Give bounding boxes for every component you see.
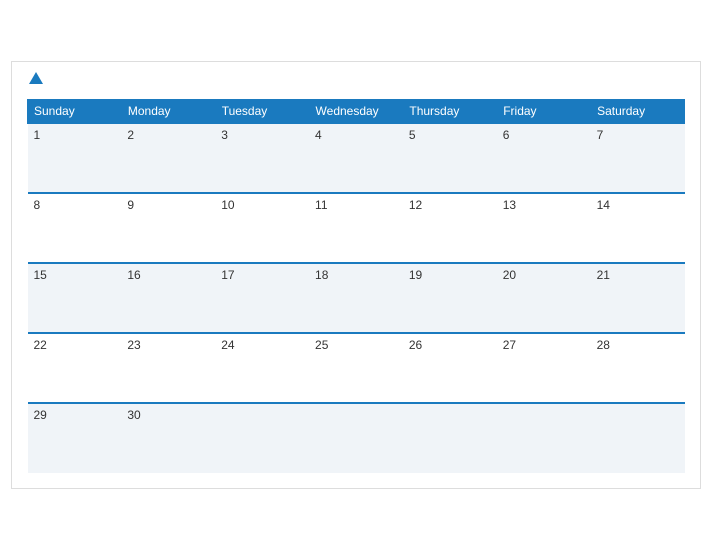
day-cell (403, 403, 497, 473)
calendar-container: Sunday Monday Tuesday Wednesday Thursday… (11, 61, 701, 490)
week-row-1: 891011121314 (28, 193, 685, 263)
header-sunday: Sunday (28, 100, 122, 124)
day-cell: 16 (121, 263, 215, 333)
day-cell: 8 (28, 193, 122, 263)
day-cell: 19 (403, 263, 497, 333)
calendar-header (27, 72, 685, 90)
day-cell: 1 (28, 123, 122, 193)
day-cell: 3 (215, 123, 309, 193)
day-cell: 17 (215, 263, 309, 333)
day-cell: 10 (215, 193, 309, 263)
day-cell (591, 403, 685, 473)
day-cell: 14 (591, 193, 685, 263)
day-cell: 11 (309, 193, 403, 263)
day-cell: 5 (403, 123, 497, 193)
day-cell: 26 (403, 333, 497, 403)
header-thursday: Thursday (403, 100, 497, 124)
header-tuesday: Tuesday (215, 100, 309, 124)
day-cell: 2 (121, 123, 215, 193)
logo-general-text (27, 72, 43, 90)
day-cell: 22 (28, 333, 122, 403)
day-cell: 13 (497, 193, 591, 263)
header-wednesday: Wednesday (309, 100, 403, 124)
day-cell: 18 (309, 263, 403, 333)
day-cell: 9 (121, 193, 215, 263)
header-friday: Friday (497, 100, 591, 124)
header-monday: Monday (121, 100, 215, 124)
day-cell (309, 403, 403, 473)
day-cell: 29 (28, 403, 122, 473)
day-cell: 24 (215, 333, 309, 403)
logo-triangle-icon (29, 72, 43, 84)
day-cell: 12 (403, 193, 497, 263)
week-row-4: 2930 (28, 403, 685, 473)
calendar-table: Sunday Monday Tuesday Wednesday Thursday… (27, 99, 685, 473)
day-cell: 6 (497, 123, 591, 193)
day-cell: 23 (121, 333, 215, 403)
day-cell: 30 (121, 403, 215, 473)
day-cell (497, 403, 591, 473)
logo (27, 72, 43, 90)
week-row-2: 15161718192021 (28, 263, 685, 333)
day-cell: 4 (309, 123, 403, 193)
day-cell: 7 (591, 123, 685, 193)
day-cell: 15 (28, 263, 122, 333)
day-cell: 25 (309, 333, 403, 403)
day-cell: 20 (497, 263, 591, 333)
header-saturday: Saturday (591, 100, 685, 124)
week-row-0: 1234567 (28, 123, 685, 193)
day-cell: 21 (591, 263, 685, 333)
days-header-row: Sunday Monday Tuesday Wednesday Thursday… (28, 100, 685, 124)
day-cell (215, 403, 309, 473)
week-row-3: 22232425262728 (28, 333, 685, 403)
day-cell: 27 (497, 333, 591, 403)
day-cell: 28 (591, 333, 685, 403)
calendar-body: 1234567891011121314151617181920212223242… (28, 123, 685, 473)
